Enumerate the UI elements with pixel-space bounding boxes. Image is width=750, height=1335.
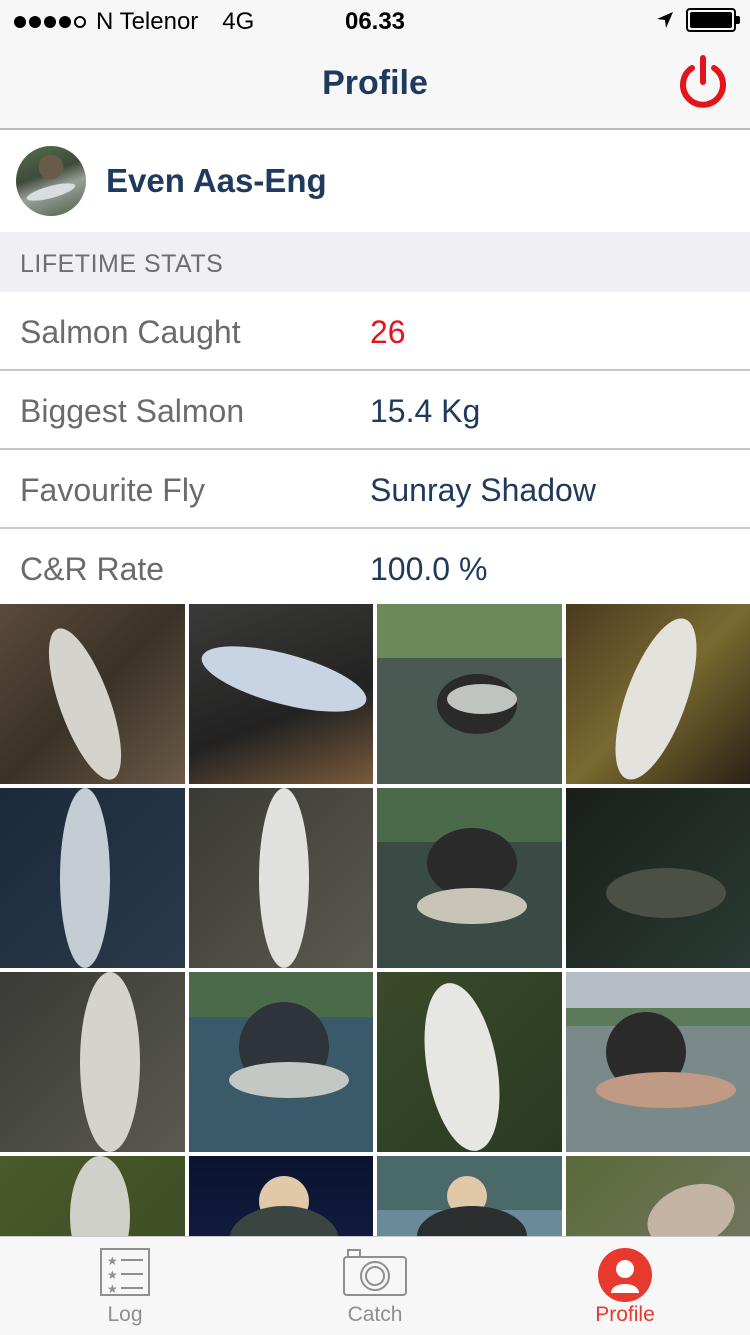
stat-row-favourite-fly: Favourite Fly Sunray Shadow [0,450,750,529]
stat-value: 100.0 % [370,551,487,588]
stat-row-biggest-salmon: Biggest Salmon 15.4 Kg [0,371,750,450]
catch-photo[interactable] [0,604,185,784]
list-icon: ★ ★ ★ [99,1247,151,1297]
tab-label: Profile [500,1303,750,1327]
power-icon [678,52,728,110]
svg-text:★: ★ [107,1282,118,1296]
avatar[interactable] [16,146,86,216]
tab-label: Catch [250,1303,500,1327]
logout-button[interactable] [678,52,728,110]
lifetime-stats-list: Salmon Caught 26 Biggest Salmon 15.4 Kg … [0,292,750,608]
stat-label: C&R Rate [20,551,164,588]
section-title: LIFETIME STATS [20,250,223,279]
svg-text:★: ★ [107,1254,118,1268]
location-arrow-icon [656,11,674,29]
camera-icon [342,1247,408,1297]
stat-value: Sunray Shadow [370,472,596,509]
catch-photo[interactable] [377,1156,562,1236]
tab-label: Log [0,1303,250,1327]
catch-photo-grid [0,604,750,1236]
stat-row-cr-rate: C&R Rate 100.0 % [0,529,750,608]
profile-icon [597,1247,653,1303]
catch-photo[interactable] [189,788,374,968]
catch-photo[interactable] [0,788,185,968]
page-title: Profile [0,64,750,103]
catch-photo[interactable] [189,604,374,784]
status-time: 06.33 [0,8,750,36]
lifetime-stats-header: LIFETIME STATS [0,232,750,292]
catch-photo[interactable] [377,788,562,968]
svg-text:★: ★ [107,1268,118,1282]
stat-label: Favourite Fly [20,472,205,509]
tab-catch[interactable]: Catch [250,1237,500,1335]
catch-photo[interactable] [189,1156,374,1236]
tab-bar: ★ ★ ★ Log Catch Profile [0,1236,750,1335]
catch-photo[interactable] [566,788,750,968]
tab-profile[interactable]: Profile [500,1237,750,1335]
catch-photo[interactable] [377,972,562,1152]
stat-label: Salmon Caught [20,314,241,351]
catch-photo[interactable] [566,972,750,1152]
stat-row-salmon-caught: Salmon Caught 26 [0,292,750,371]
catch-photo[interactable] [377,604,562,784]
stat-value: 15.4 Kg [370,393,480,430]
catch-photo[interactable] [0,972,185,1152]
status-bar: N Telenor 4G 06.33 [0,0,750,40]
catch-photo[interactable] [0,1156,185,1236]
stat-label: Biggest Salmon [20,393,244,430]
catch-photo[interactable] [566,604,750,784]
navigation-bar: Profile [0,40,750,130]
stat-value: 26 [370,314,406,351]
catch-photo[interactable] [189,972,374,1152]
user-name: Even Aas-Eng [106,162,327,200]
catch-photo[interactable] [566,1156,750,1236]
profile-header[interactable]: Even Aas-Eng [0,130,750,232]
tab-log[interactable]: ★ ★ ★ Log [0,1237,250,1335]
status-right [656,8,736,32]
battery-full-icon [686,8,736,32]
